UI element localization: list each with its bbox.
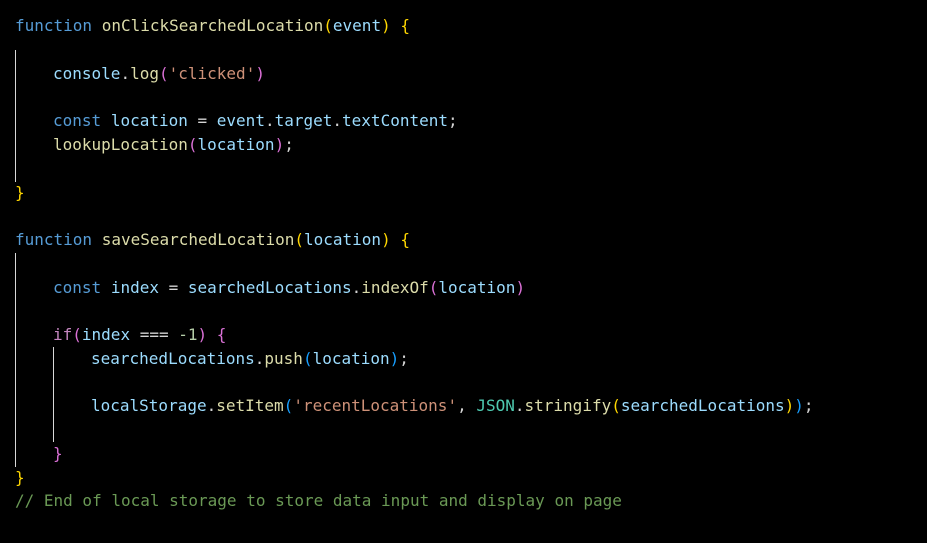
code-line-3: const location = event.target.textConten… bbox=[53, 109, 458, 133]
brace-token: { bbox=[216, 325, 227, 344]
paren-token: ) bbox=[389, 349, 400, 368]
paren-token: ( bbox=[187, 135, 198, 154]
comma-token: , bbox=[457, 396, 477, 415]
method-token: push bbox=[264, 349, 303, 368]
paren-token: ) bbox=[274, 135, 285, 154]
argument-token: location bbox=[438, 278, 516, 297]
code-line-12: } bbox=[15, 466, 25, 490]
class-token: JSON bbox=[476, 396, 515, 415]
operator-token: = bbox=[158, 278, 188, 297]
string-token: 'clicked' bbox=[168, 64, 256, 83]
argument-token: location bbox=[197, 135, 275, 154]
code-line-13: // End of local storage to store data in… bbox=[15, 489, 622, 513]
param-token: location bbox=[304, 230, 382, 249]
operator-token: = bbox=[187, 111, 217, 130]
semicolon-token: ; bbox=[448, 111, 458, 130]
string-token: 'recentLocations' bbox=[293, 396, 458, 415]
semicolon-token: ; bbox=[803, 396, 814, 415]
paren-token: ( bbox=[294, 230, 304, 249]
method-token: indexOf bbox=[361, 278, 429, 297]
method-token: log bbox=[130, 64, 159, 83]
brace-token: { bbox=[400, 230, 410, 249]
brace-token: } bbox=[53, 444, 63, 463]
paren-token: ( bbox=[158, 64, 169, 83]
code-line-8: if(index === -1) { bbox=[53, 323, 226, 347]
dot-token: . bbox=[264, 111, 275, 130]
object-token: searchedLocations bbox=[187, 278, 352, 297]
paren-token: ) bbox=[381, 230, 391, 249]
dot-token: . bbox=[351, 278, 362, 297]
code-line-6: function saveSearchedLocation(location) … bbox=[15, 228, 410, 252]
code-line-11: } bbox=[53, 442, 63, 466]
keyword-token: const bbox=[53, 278, 102, 297]
brace-token: } bbox=[15, 183, 25, 202]
code-line-7: const index = searchedLocations.indexOf(… bbox=[53, 276, 525, 300]
dot-token: . bbox=[514, 396, 525, 415]
param-token: event bbox=[332, 16, 382, 35]
paren-token: ( bbox=[283, 396, 294, 415]
dot-token: . bbox=[332, 111, 343, 130]
code-line-9: searchedLocations.push(location); bbox=[91, 347, 409, 371]
operator-token: === bbox=[130, 325, 179, 344]
paren-token: ( bbox=[302, 349, 313, 368]
paren-token: ) bbox=[197, 325, 208, 344]
paren-token: ( bbox=[323, 16, 333, 35]
property-token: textContent bbox=[342, 111, 448, 130]
indent-guide-function-2 bbox=[15, 253, 16, 467]
object-token: searchedLocations bbox=[91, 349, 255, 368]
argument-token: searchedLocations bbox=[620, 396, 785, 415]
paren-token: ( bbox=[611, 396, 621, 415]
code-line-2: console.log('clicked') bbox=[53, 62, 265, 86]
argument-token: location bbox=[312, 349, 390, 368]
method-token: setItem bbox=[216, 396, 284, 415]
function-name-token: saveSearchedLocation bbox=[101, 230, 295, 249]
keyword-token: function bbox=[15, 16, 93, 35]
object-token: localStorage bbox=[91, 396, 207, 415]
paren-token: ) bbox=[381, 16, 391, 35]
paren-token: ( bbox=[428, 278, 439, 297]
code-line-10: localStorage.setItem('recentLocations', … bbox=[91, 394, 814, 418]
number-token: -1 bbox=[178, 325, 198, 344]
object-token: console bbox=[53, 64, 121, 83]
indent-guide-if-block bbox=[53, 347, 54, 442]
indent-guide-function-1 bbox=[15, 50, 16, 182]
variable-token: index bbox=[81, 325, 131, 344]
dot-token: . bbox=[254, 349, 265, 368]
paren-token: ) bbox=[784, 396, 795, 415]
dot-token: . bbox=[120, 64, 131, 83]
paren-token: ( bbox=[72, 325, 82, 344]
paren-token: ) bbox=[515, 278, 526, 297]
function-call-token: lookupLocation bbox=[53, 135, 188, 154]
paren-token: ) bbox=[255, 64, 265, 83]
variable-token: location bbox=[110, 111, 188, 130]
semicolon-token: ; bbox=[284, 135, 294, 154]
object-token: event bbox=[216, 111, 265, 130]
method-token: stringify bbox=[524, 396, 612, 415]
keyword-token: if bbox=[53, 325, 73, 344]
brace-token: } bbox=[15, 468, 25, 487]
code-line-5: } bbox=[15, 181, 25, 205]
keyword-token: const bbox=[53, 111, 102, 130]
dot-token: . bbox=[206, 396, 217, 415]
code-line-4: lookupLocation(location); bbox=[53, 133, 294, 157]
property-token: target bbox=[274, 111, 333, 130]
code-editor[interactable]: function onClickSearchedLocation(event) … bbox=[0, 0, 927, 543]
paren-token: ) bbox=[794, 396, 804, 415]
brace-token: { bbox=[400, 16, 410, 35]
semicolon-token: ; bbox=[399, 349, 409, 368]
variable-token: index bbox=[110, 278, 159, 297]
keyword-token: function bbox=[15, 230, 93, 249]
comment-token: // End of local storage to store data in… bbox=[15, 491, 622, 510]
function-name-token: onClickSearchedLocation bbox=[101, 16, 324, 35]
code-line-1: function onClickSearchedLocation(event) … bbox=[15, 14, 410, 38]
